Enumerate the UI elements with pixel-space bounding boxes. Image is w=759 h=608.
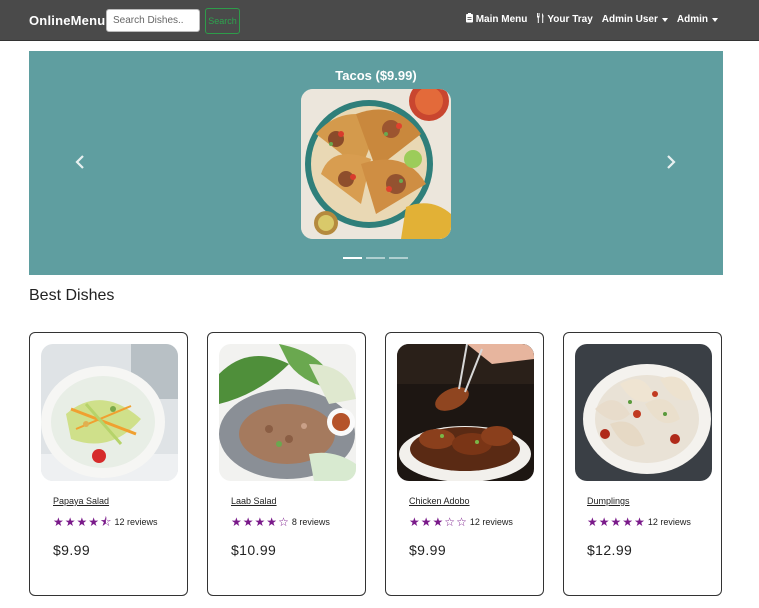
star-full-icon: ★ — [622, 515, 634, 529]
star-full-icon: ★ — [610, 515, 622, 529]
dish-price: $9.99 — [53, 542, 91, 558]
nav-admin-label: Admin — [676, 14, 708, 25]
star-full-icon: ★ — [53, 515, 64, 529]
star-full-icon: ★ — [634, 515, 645, 529]
review-count: 8 reviews — [291, 517, 330, 527]
dish-rating: ★ ★ ★ ★ ⯪ 12 reviews — [53, 516, 157, 528]
review-count: 12 reviews — [647, 517, 691, 527]
star-full-icon: ★ — [64, 515, 76, 529]
star-full-icon: ★ — [266, 515, 278, 529]
carousel-next-icon[interactable] — [665, 154, 677, 170]
dish-name[interactable]: Chicken Adobo — [409, 496, 470, 506]
dish-card[interactable]: Dumplings ★ ★ ★ ★ ★ 12 reviews $12.99 — [563, 332, 722, 596]
nav-admin-dropdown[interactable]: Admin — [677, 13, 718, 26]
utensils-icon — [536, 13, 545, 26]
dish-price: $9.99 — [409, 542, 447, 558]
caret-down-icon — [712, 17, 718, 22]
nav-main-menu-label: Main Menu — [475, 14, 528, 25]
dish-name[interactable]: Dumplings — [587, 496, 630, 506]
dish-name[interactable]: Papaya Salad — [53, 496, 109, 506]
carousel-indicator-1[interactable] — [343, 257, 362, 259]
nav-admin-user-label: Admin User — [601, 14, 658, 25]
featured-carousel: Tacos ($9.99) — [29, 51, 723, 275]
nav-your-tray-label: Your Tray — [547, 14, 593, 25]
dish-image-dumplings[interactable] — [575, 344, 712, 481]
dish-card[interactable]: Laab Salad ★ ★ ★ ★ ☆ 8 reviews $10.99 — [207, 332, 366, 596]
dish-image-papaya-salad[interactable] — [41, 344, 178, 481]
caret-down-icon — [661, 17, 668, 22]
star-full-icon: ★ — [242, 515, 254, 529]
carousel-indicators — [343, 257, 408, 259]
star-full-icon: ★ — [76, 515, 88, 529]
star-empty-icon: ☆ — [278, 515, 289, 529]
nav-links: Main Menu Your Tray Admin User Admin — [465, 13, 718, 26]
star-empty-icon: ☆ — [456, 515, 467, 529]
navbar: OnlineMenu Search Main Menu Your Tray Ad… — [0, 0, 759, 41]
carousel-image-tacos[interactable] — [301, 89, 451, 239]
dish-rating: ★ ★ ★ ★ ☆ 8 reviews — [231, 516, 330, 528]
star-full-icon: ★ — [231, 515, 242, 529]
star-full-icon: ★ — [254, 515, 266, 529]
star-full-icon: ★ — [598, 515, 610, 529]
dish-card[interactable]: Papaya Salad ★ ★ ★ ★ ⯪ 12 reviews $9.99 — [29, 332, 188, 596]
menu-icon — [465, 13, 474, 26]
review-count: 12 reviews — [114, 517, 158, 527]
star-full-icon: ★ — [587, 515, 598, 529]
carousel-indicator-3[interactable] — [389, 257, 408, 259]
star-full-icon: ★ — [409, 515, 420, 529]
star-half-icon: ⯪ — [100, 515, 112, 529]
dish-image-chicken-adobo[interactable] — [397, 344, 534, 481]
star-rating: ★ ★ ★ ★ ⯪ — [53, 516, 111, 528]
search-button[interactable]: Search — [205, 8, 240, 34]
carousel-caption: Tacos ($9.99) — [335, 68, 417, 83]
search-input[interactable] — [106, 9, 200, 32]
star-rating: ★ ★ ★ ☆ ☆ — [409, 516, 467, 528]
star-rating: ★ ★ ★ ★ ☆ — [231, 516, 289, 528]
dish-name[interactable]: Laab Salad — [231, 496, 277, 506]
dish-image-laab-salad[interactable] — [219, 344, 356, 481]
best-dishes-title: Best Dishes — [29, 287, 115, 304]
star-empty-icon: ☆ — [444, 515, 456, 529]
nav-main-menu[interactable]: Main Menu — [465, 13, 528, 26]
dish-rating: ★ ★ ★ ☆ ☆ 12 reviews — [409, 516, 513, 528]
star-full-icon: ★ — [88, 515, 100, 529]
carousel-prev-icon[interactable] — [74, 154, 86, 170]
dish-rating: ★ ★ ★ ★ ★ 12 reviews — [587, 516, 691, 528]
star-full-icon: ★ — [432, 515, 444, 529]
brand-logo[interactable]: OnlineMenu — [29, 13, 105, 28]
review-count: 12 reviews — [469, 517, 513, 527]
nav-admin-user-dropdown[interactable]: Admin User — [602, 13, 668, 26]
nav-your-tray[interactable]: Your Tray — [536, 13, 593, 26]
carousel-indicator-2[interactable] — [366, 257, 385, 259]
star-full-icon: ★ — [420, 515, 432, 529]
dish-card[interactable]: Chicken Adobo ★ ★ ★ ☆ ☆ 12 reviews $9.99 — [385, 332, 544, 596]
star-rating: ★ ★ ★ ★ ★ — [587, 516, 645, 528]
dish-price: $10.99 — [231, 542, 277, 558]
dish-price: $12.99 — [587, 542, 633, 558]
